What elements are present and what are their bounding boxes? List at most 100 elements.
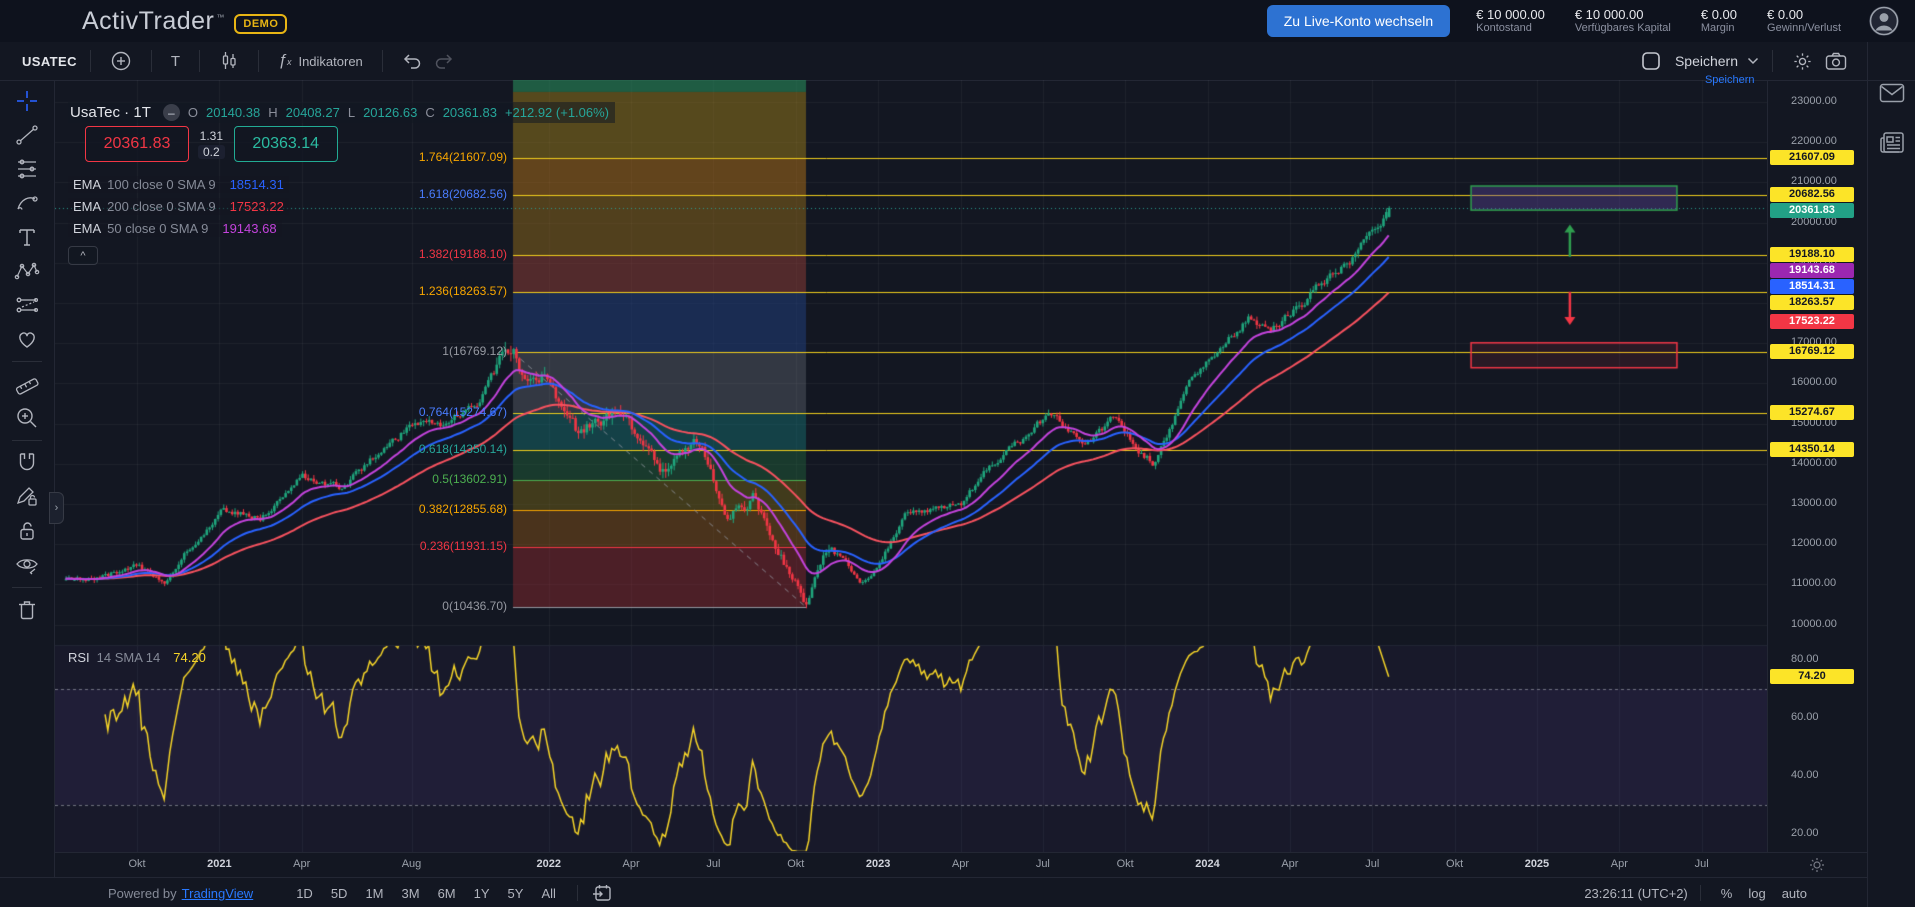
fib-level-label: 0.764(15274.67) xyxy=(55,405,507,419)
time-label: Okt xyxy=(787,858,804,870)
price-tag: 16769.12 xyxy=(1770,344,1854,359)
percent-scale-button[interactable]: % xyxy=(1713,883,1741,904)
time-label: Okt xyxy=(1446,858,1463,870)
trend-line-icon xyxy=(14,122,40,148)
symbol-button[interactable]: USATEC xyxy=(22,54,77,69)
buy-button[interactable]: 20363.14 xyxy=(234,126,338,162)
tool-crosshair[interactable] xyxy=(8,84,46,118)
watchlist-expand-handle[interactable]: › xyxy=(49,492,64,524)
tool-remove-drawings[interactable] xyxy=(8,593,46,627)
tool-drawing-edit-lock[interactable] xyxy=(8,480,46,514)
price-tick: 23000.00 xyxy=(1791,95,1837,107)
chart-style-button[interactable] xyxy=(213,46,245,76)
theme-sun-icon[interactable] xyxy=(1809,857,1825,873)
mail-button[interactable] xyxy=(1879,82,1905,104)
price-tick: 21000.00 xyxy=(1791,175,1837,187)
session-clock[interactable]: 23:26:11 (UTC+2) xyxy=(1584,886,1687,901)
account-stat: € 10 000.00Verfügbares Kapital xyxy=(1575,7,1671,36)
compare-add-symbol-button[interactable] xyxy=(104,46,138,76)
chart-toolbar: USATEC T ƒx Indikatoren Speichern xyxy=(0,42,1915,81)
tool-emoji[interactable] xyxy=(8,322,46,356)
chart-settings-button[interactable] xyxy=(1786,47,1819,76)
news-button[interactable] xyxy=(1879,130,1905,156)
auto-scale-button[interactable]: auto xyxy=(1774,883,1815,904)
ema-legend-row[interactable]: EMA100 close 0 SMA 918514.31 xyxy=(68,176,289,193)
time-label: Apr xyxy=(293,858,310,870)
tool-magnet[interactable] xyxy=(8,446,46,480)
chart-pane: UsaTec · 1T – O20140.38 H20408.27 L20126… xyxy=(55,80,1767,852)
user-avatar[interactable] xyxy=(1869,6,1899,36)
tool-hide-drawings[interactable] xyxy=(8,548,46,582)
range-button-3m[interactable]: 3M xyxy=(393,883,429,904)
tool-zoom-in[interactable] xyxy=(8,401,46,435)
redo-icon xyxy=(434,52,454,70)
tradingview-link[interactable]: TradingView xyxy=(182,886,254,901)
save-label: Speichern xyxy=(1675,53,1738,69)
toolbar-divider xyxy=(258,50,259,72)
rsi-tick: 80.00 xyxy=(1791,653,1819,665)
ruler-icon xyxy=(14,371,40,397)
account-stat-value: € 0.00 xyxy=(1701,7,1737,23)
price-tick: 11000.00 xyxy=(1791,577,1836,589)
log-scale-button[interactable]: log xyxy=(1740,883,1773,904)
tool-ruler[interactable] xyxy=(8,367,46,401)
price-tag: 21607.09 xyxy=(1770,150,1854,165)
range-button-1y[interactable]: 1Y xyxy=(465,883,499,904)
account-stat-label: Margin xyxy=(1701,22,1737,35)
price-tag: 14350.14 xyxy=(1770,442,1854,457)
price-tick: 14000.00 xyxy=(1791,457,1837,469)
fib-level-label: 1.382(19188.10) xyxy=(55,247,507,261)
indicators-label: Indikatoren xyxy=(298,54,362,69)
account-stat-value: € 10 000.00 xyxy=(1575,7,1671,23)
drawing-edit-lock-icon xyxy=(14,484,40,510)
collapse-indicators-button[interactable]: ^ xyxy=(68,246,98,265)
hide-source-icon[interactable]: – xyxy=(163,104,180,121)
time-label: Jul xyxy=(1695,858,1709,870)
go-to-date-button[interactable] xyxy=(590,882,614,904)
ema-legend-row[interactable]: EMA50 close 0 SMA 919143.68 xyxy=(68,220,282,237)
high-label: H xyxy=(268,105,277,120)
rail-divider xyxy=(12,440,42,441)
tool-fib-retracement[interactable] xyxy=(8,152,46,186)
tool-lock-drawings[interactable] xyxy=(8,514,46,548)
tool-brush[interactable] xyxy=(8,186,46,220)
account-stat-value: € 10 000.00 xyxy=(1476,7,1545,23)
range-button-1m[interactable]: 1M xyxy=(356,883,392,904)
toolbar-divider xyxy=(90,50,91,72)
spread-indicator: 1.31 0.2 xyxy=(198,129,225,159)
price-tick: 10000.00 xyxy=(1791,618,1837,630)
save-layout-control[interactable]: Speichern Speichern xyxy=(1675,53,1759,69)
right-sidebar xyxy=(1867,42,1915,907)
fib-level-label: 0.382(12855.68) xyxy=(55,502,507,516)
undo-button[interactable] xyxy=(396,48,428,74)
symbol-legend[interactable]: UsaTec · 1T – O20140.38 H20408.27 L20126… xyxy=(68,102,615,123)
price-scale[interactable]: 23000.0022000.0021000.0020000.0019000.00… xyxy=(1767,80,1868,852)
tool-trend-line[interactable] xyxy=(8,118,46,152)
switch-live-account-button[interactable]: Zu Live-Konto wechseln xyxy=(1267,5,1450,37)
logo-text: ActivTrader xyxy=(82,7,214,36)
time-label: Jul xyxy=(1036,858,1050,870)
range-button-1d[interactable]: 1D xyxy=(287,883,322,904)
ema-legend-row[interactable]: EMA200 close 0 SMA 917523.22 xyxy=(68,198,289,215)
redo-button[interactable] xyxy=(428,48,460,74)
sell-button[interactable]: 20361.83 xyxy=(85,126,189,162)
range-button-5y[interactable]: 5Y xyxy=(499,883,533,904)
toolbar-divider xyxy=(382,50,383,72)
range-button-5d[interactable]: 5D xyxy=(322,883,357,904)
layout-checkbox-icon[interactable] xyxy=(1641,51,1661,71)
timeframe-button[interactable]: T xyxy=(165,49,186,74)
time-scale[interactable]: Okt2021AprAug2022AprJulOkt2023AprJulOkt2… xyxy=(55,852,1867,878)
tool-xabcd-pattern[interactable] xyxy=(8,254,46,288)
go-to-date-icon xyxy=(592,884,612,902)
range-button-6m[interactable]: 6M xyxy=(429,883,465,904)
date-range-switcher: 1D5D1M3M6M1Y5YAll xyxy=(287,883,565,904)
range-button-all[interactable]: All xyxy=(532,883,564,904)
tool-projection[interactable] xyxy=(8,288,46,322)
fib-level-label: 1.236(18263.57) xyxy=(55,284,507,298)
time-label: Apr xyxy=(1611,858,1628,870)
top-header: ActivTrader ™ DEMO Zu Live-Konto wechsel… xyxy=(0,0,1915,43)
rsi-legend[interactable]: RSI 14 SMA 14 74.20 xyxy=(68,650,206,665)
indicators-button[interactable]: ƒx Indikatoren xyxy=(272,48,369,74)
tool-text-tool[interactable] xyxy=(8,220,46,254)
screenshot-button[interactable] xyxy=(1819,48,1853,75)
